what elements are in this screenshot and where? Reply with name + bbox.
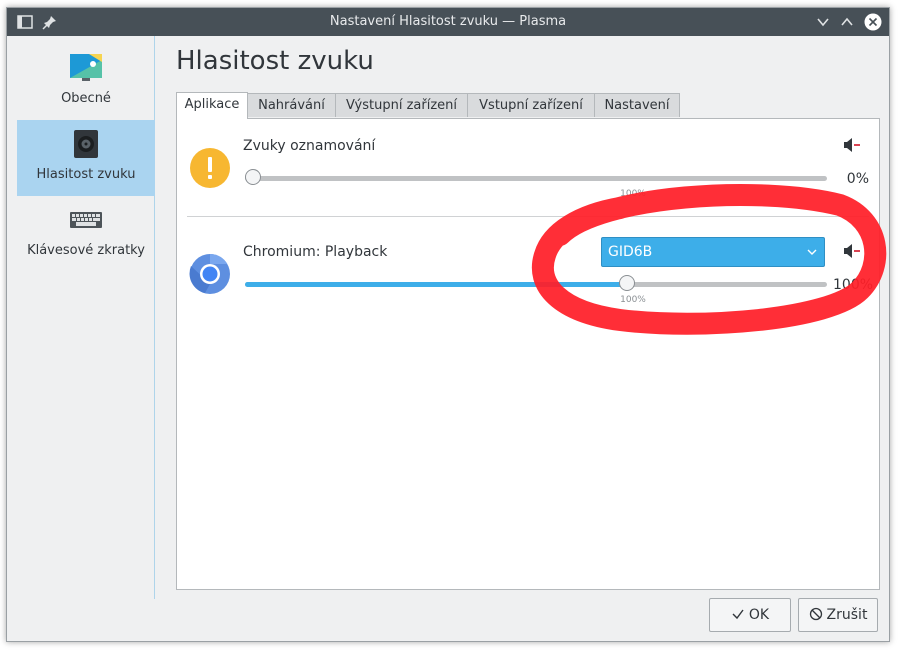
stream-name: Chromium: Playback xyxy=(243,244,388,260)
volume-slider-fill xyxy=(245,282,627,287)
tick-label-100: 100% xyxy=(620,295,646,305)
tab-settings[interactable]: Nastavení xyxy=(594,93,680,117)
volume-slider[interactable] xyxy=(245,169,827,185)
maximize-icon[interactable] xyxy=(839,14,855,30)
checkmark-icon xyxy=(732,609,744,620)
close-icon[interactable] xyxy=(864,13,882,31)
applications-panel: Zvuky oznamování 100% 0% Chromium: Playb… xyxy=(176,118,880,590)
ok-button[interactable]: OK xyxy=(709,598,791,632)
tab-input-devices[interactable]: Vstupní zařízení xyxy=(467,93,595,117)
stream-chromium: Chromium: Playback GID6B 100% 100% xyxy=(177,225,879,315)
sidebar-item-label: Hlasitost zvuku xyxy=(36,167,136,182)
cancel-button-label: Zrušit xyxy=(826,607,868,623)
settings-window: Nastavení Hlasitost zvuku — Plasma Obecn… xyxy=(6,7,890,642)
ok-button-label: OK xyxy=(748,607,770,623)
window-title: Nastavení Hlasitost zvuku — Plasma xyxy=(329,14,567,29)
title-bar: Nastavení Hlasitost zvuku — Plasma xyxy=(7,8,889,36)
stream-divider xyxy=(187,216,869,217)
volume-slider-handle[interactable] xyxy=(618,275,635,291)
sidebar-item-general[interactable]: Obecné xyxy=(17,44,155,120)
keyboard-icon xyxy=(70,212,102,228)
minimize-icon[interactable] xyxy=(815,14,831,30)
muted-speaker-icon[interactable] xyxy=(842,135,862,155)
tick-label-100: 100% xyxy=(620,189,646,199)
tab-output-devices[interactable]: Výstupní zařízení xyxy=(335,93,468,117)
volume-percent: 0% xyxy=(846,171,869,187)
cancel-icon xyxy=(809,607,822,621)
sidebar: Obecné Hlasitost zvuku Klávesové zkratky xyxy=(7,36,155,599)
sidebar-item-volume[interactable]: Hlasitost zvuku xyxy=(17,120,155,196)
volume-slider[interactable] xyxy=(245,275,827,291)
tab-applications[interactable]: Aplikace xyxy=(176,92,248,119)
cancel-button[interactable]: Zrušit xyxy=(798,598,878,632)
chevron-down-icon xyxy=(807,249,817,255)
stream-name: Zvuky oznamování xyxy=(243,138,376,154)
sidebar-item-label: Klávesové zkratky xyxy=(27,243,145,258)
warning-icon xyxy=(190,148,230,188)
tab-recording[interactable]: Nahrávání xyxy=(247,93,336,117)
desktop-settings-icon xyxy=(70,54,102,81)
sidebar-item-label: Obecné xyxy=(61,91,111,106)
speaker-icon xyxy=(74,130,98,158)
chromium-icon xyxy=(189,254,230,294)
sidebar-item-shortcuts[interactable]: Klávesové zkratky xyxy=(17,196,155,272)
muted-speaker-icon[interactable] xyxy=(842,241,862,261)
volume-percent: 100% xyxy=(833,277,874,293)
volume-slider-handle[interactable] xyxy=(245,169,261,185)
page-title: Hlasitost zvuku xyxy=(176,46,374,76)
output-device-select[interactable]: GID6B xyxy=(601,237,825,267)
output-device-value: GID6B xyxy=(608,244,653,260)
stream-notifications: Zvuky oznamování 100% 0% xyxy=(177,119,879,209)
